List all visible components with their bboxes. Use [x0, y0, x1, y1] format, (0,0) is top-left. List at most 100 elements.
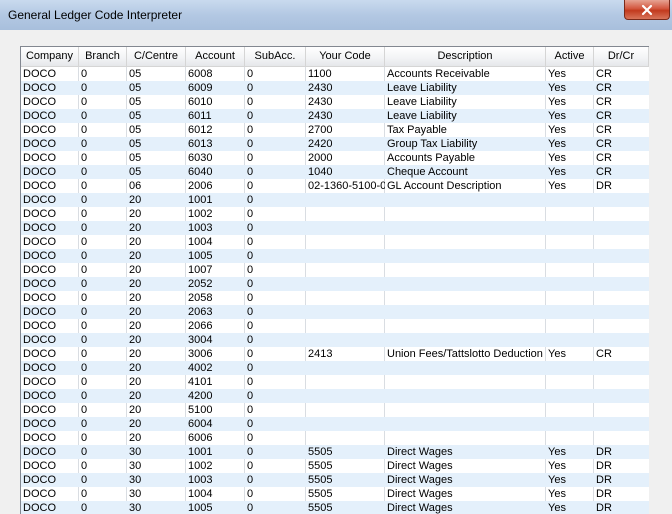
cell-active[interactable]: [546, 403, 594, 417]
cell-cost-centre[interactable]: 20: [127, 403, 186, 417]
cell-account[interactable]: 3004: [186, 333, 245, 347]
cell-dr-cr[interactable]: [594, 249, 649, 263]
cell-account[interactable]: 4200: [186, 389, 245, 403]
cell-description[interactable]: [385, 375, 546, 389]
cell-sub-account[interactable]: 0: [245, 291, 306, 305]
table-row[interactable]: DOCO 0 20 2058 0: [21, 291, 649, 305]
cell-dr-cr[interactable]: [594, 319, 649, 333]
table-row[interactable]: DOCO 0 05 6011 0 2430 Leave Liability Yes CR: [21, 109, 649, 123]
cell-description[interactable]: [385, 249, 546, 263]
cell-sub-account[interactable]: 0: [245, 305, 306, 319]
cell-dr-cr[interactable]: DR: [594, 473, 649, 487]
column-header-your-code[interactable]: Your Code: [306, 47, 385, 66]
cell-account[interactable]: 2066: [186, 319, 245, 333]
cell-description[interactable]: Leave Liability: [385, 81, 546, 95]
cell-your-code[interactable]: 02-1360-5100-0: [306, 179, 385, 193]
cell-cost-centre[interactable]: 06: [127, 179, 186, 193]
column-header-active[interactable]: Active: [546, 47, 594, 66]
cell-sub-account[interactable]: 0: [245, 459, 306, 473]
cell-account[interactable]: 1004: [186, 487, 245, 501]
cell-cost-centre[interactable]: 05: [127, 151, 186, 165]
table-row[interactable]: DOCO 0 20 4200 0: [21, 389, 649, 403]
cell-your-code[interactable]: [306, 389, 385, 403]
cell-cost-centre[interactable]: 20: [127, 193, 186, 207]
cell-company[interactable]: DOCO: [21, 179, 79, 193]
cell-cost-centre[interactable]: 30: [127, 473, 186, 487]
cell-account[interactable]: 2058: [186, 291, 245, 305]
cell-branch[interactable]: 0: [79, 305, 127, 319]
cell-branch[interactable]: 0: [79, 417, 127, 431]
cell-your-code[interactable]: 5505: [306, 473, 385, 487]
cell-cost-centre[interactable]: 05: [127, 81, 186, 95]
cell-dr-cr[interactable]: CR: [594, 123, 649, 137]
cell-description[interactable]: Union Fees/Tattslotto Deduction: [385, 347, 546, 361]
close-button[interactable]: [624, 0, 670, 20]
cell-your-code[interactable]: 5505: [306, 445, 385, 459]
cell-sub-account[interactable]: 0: [245, 207, 306, 221]
cell-description[interactable]: Direct Wages: [385, 487, 546, 501]
cell-cost-centre[interactable]: 30: [127, 459, 186, 473]
cell-branch[interactable]: 0: [79, 263, 127, 277]
table-row[interactable]: DOCO 0 20 6006 0: [21, 431, 649, 445]
cell-account[interactable]: 5100: [186, 403, 245, 417]
cell-dr-cr[interactable]: [594, 291, 649, 305]
table-row[interactable]: DOCO 0 06 2006 0 02-1360-5100-0 GL Account Des…: [21, 179, 649, 193]
cell-account[interactable]: 4101: [186, 375, 245, 389]
table-row[interactable]: DOCO 0 05 6013 0 2420 Group Tax Liability Yes CR: [21, 137, 649, 151]
cell-cost-centre[interactable]: 05: [127, 165, 186, 179]
cell-branch[interactable]: 0: [79, 221, 127, 235]
cell-cost-centre[interactable]: 20: [127, 361, 186, 375]
cell-account[interactable]: 1003: [186, 473, 245, 487]
cell-branch[interactable]: 0: [79, 123, 127, 137]
table-row[interactable]: DOCO 0 30 1005 0 5505 Direct Wages Yes DR: [21, 501, 649, 514]
cell-sub-account[interactable]: 0: [245, 95, 306, 109]
cell-description[interactable]: Cheque Account: [385, 165, 546, 179]
cell-account[interactable]: 2006: [186, 179, 245, 193]
cell-dr-cr[interactable]: DR: [594, 179, 649, 193]
cell-active[interactable]: Yes: [546, 123, 594, 137]
table-row[interactable]: DOCO 0 20 3004 0: [21, 333, 649, 347]
cell-company[interactable]: DOCO: [21, 109, 79, 123]
table-row[interactable]: DOCO 0 05 6030 0 2000 Accounts Payable Yes CR: [21, 151, 649, 165]
cell-description[interactable]: Accounts Payable: [385, 151, 546, 165]
cell-branch[interactable]: 0: [79, 179, 127, 193]
cell-your-code[interactable]: 2000: [306, 151, 385, 165]
column-header-account[interactable]: Account: [186, 47, 245, 66]
cell-company[interactable]: DOCO: [21, 473, 79, 487]
cell-account[interactable]: 1003: [186, 221, 245, 235]
table-row[interactable]: DOCO 0 05 6010 0 2430 Leave Liability Yes CR: [21, 95, 649, 109]
cell-branch[interactable]: 0: [79, 389, 127, 403]
cell-active[interactable]: [546, 291, 594, 305]
cell-company[interactable]: DOCO: [21, 151, 79, 165]
cell-description[interactable]: [385, 389, 546, 403]
cell-account[interactable]: 6012: [186, 123, 245, 137]
cell-account[interactable]: 2052: [186, 277, 245, 291]
cell-your-code[interactable]: 5505: [306, 459, 385, 473]
cell-branch[interactable]: 0: [79, 165, 127, 179]
cell-active[interactable]: [546, 431, 594, 445]
cell-active[interactable]: [546, 305, 594, 319]
cell-your-code[interactable]: [306, 249, 385, 263]
cell-active[interactable]: Yes: [546, 487, 594, 501]
cell-sub-account[interactable]: 0: [245, 151, 306, 165]
table-row[interactable]: DOCO 0 30 1003 0 5505 Direct Wages Yes DR: [21, 473, 649, 487]
cell-sub-account[interactable]: 0: [245, 221, 306, 235]
cell-cost-centre[interactable]: 20: [127, 375, 186, 389]
cell-sub-account[interactable]: 0: [245, 67, 306, 81]
cell-active[interactable]: Yes: [546, 445, 594, 459]
cell-company[interactable]: DOCO: [21, 95, 79, 109]
cell-sub-account[interactable]: 0: [245, 249, 306, 263]
cell-branch[interactable]: 0: [79, 473, 127, 487]
cell-account[interactable]: 1001: [186, 445, 245, 459]
cell-dr-cr[interactable]: CR: [594, 347, 649, 361]
cell-sub-account[interactable]: 0: [245, 333, 306, 347]
cell-your-code[interactable]: 2430: [306, 81, 385, 95]
cell-description[interactable]: Tax Payable: [385, 123, 546, 137]
cell-cost-centre[interactable]: 05: [127, 67, 186, 81]
cell-cost-centre[interactable]: 20: [127, 347, 186, 361]
cell-cost-centre[interactable]: 05: [127, 109, 186, 123]
cell-company[interactable]: DOCO: [21, 417, 79, 431]
cell-active[interactable]: [546, 319, 594, 333]
cell-branch[interactable]: 0: [79, 81, 127, 95]
cell-description[interactable]: [385, 277, 546, 291]
